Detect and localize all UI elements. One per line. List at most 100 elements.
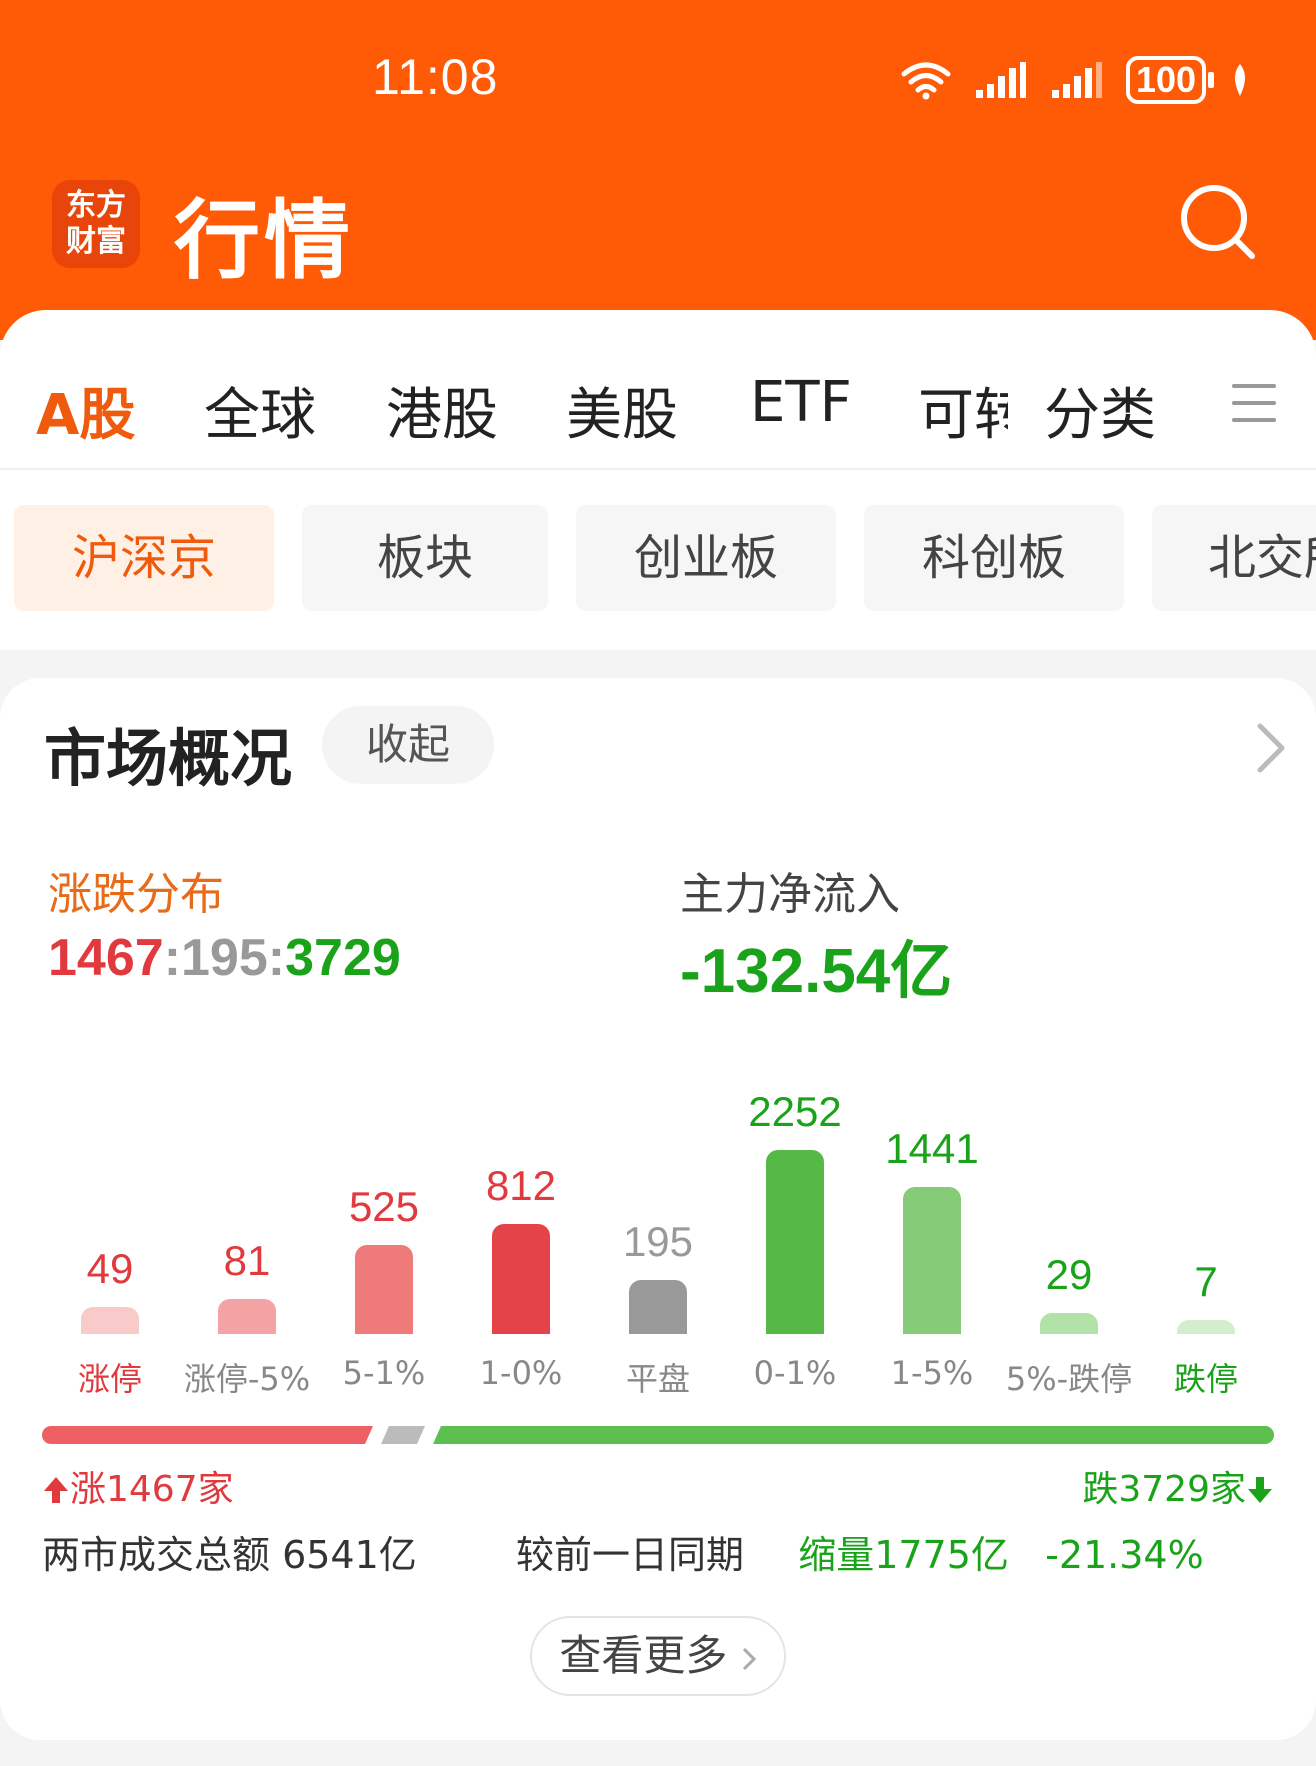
arrow-down-icon — [1248, 1477, 1272, 1503]
battery-icon: 100 — [1126, 56, 1215, 104]
chart-bar — [218, 1299, 276, 1334]
wifi-icon — [901, 62, 951, 100]
distribution-chart: 49 涨停 81 涨停-5% 525 5-1% 812 1-0% 195 平盘 2252 0-1% 14… — [0, 1038, 1316, 1458]
app-logo: 东方 财富 — [52, 180, 140, 268]
chart-value-label: 7 — [1194, 1258, 1218, 1305]
chart-category-label: 涨停-5% — [183, 1360, 311, 1398]
distribution-label: 涨跌分布 — [48, 869, 224, 920]
chart-bar — [1177, 1320, 1235, 1334]
chart-category-label: 涨停 — [77, 1360, 142, 1398]
chart-category-label: 5-1% — [342, 1354, 426, 1392]
arrow-up-icon — [44, 1477, 68, 1503]
chart-category-label: 1-0% — [479, 1354, 563, 1392]
status-time: 11:08 — [372, 49, 499, 105]
up-count: 涨1467家 — [42, 1460, 234, 1512]
distribution-ratio: 1467:195:3729 — [48, 928, 401, 988]
signal-icon — [1052, 62, 1102, 98]
chart-value-label: 195 — [622, 1217, 694, 1265]
net-inflow-value: -132.54亿 — [680, 937, 953, 1006]
chart-value-label: 49 — [86, 1244, 134, 1292]
app-header: 11:08 100 东方 财富 行情 — [0, 0, 1316, 340]
tab-us-stocks[interactable]: 美股 — [566, 370, 678, 451]
search-button[interactable] — [1178, 182, 1258, 262]
chart-category-label: 0-1% — [753, 1354, 837, 1392]
subtab-star-market[interactable]: 科创板 — [864, 505, 1124, 611]
ratio-sep: : — [163, 929, 182, 987]
main-tabs: A股 全球 港股 美股 ETF 可转 分类 — [0, 370, 1316, 531]
tabs-divider — [0, 468, 1316, 470]
chart-bar-group: 7 跌停 — [1136, 1038, 1276, 1458]
compare-change: 缩量1775亿 — [798, 1533, 1009, 1577]
subtab-hu-shen-jing[interactable]: 沪深京 — [14, 505, 274, 611]
compare-previous: 较前一日同期 缩量1775亿 -21.34% — [516, 1524, 1204, 1579]
logo-line2: 财富 — [66, 224, 126, 259]
tab-hk-stocks[interactable]: 港股 — [386, 370, 498, 451]
chart-bar — [766, 1150, 824, 1334]
tab-category[interactable]: 分类 — [1044, 370, 1156, 451]
menu-icon — [1232, 384, 1276, 388]
up-down-ratio-bar — [42, 1426, 1274, 1444]
chart-bar-group: 812 1-0% — [451, 1038, 591, 1458]
ratio-sep: : — [267, 929, 286, 987]
chart-bar-group: 81 涨停-5% — [177, 1038, 317, 1458]
market-tabs-panel: A股 全球 港股 美股 ETF 可转 分类 沪深京 板块 创业板 科创板 北交所 — [0, 310, 1316, 650]
tab-etf[interactable]: ETF — [750, 370, 852, 435]
chart-category-label: 平盘 — [625, 1360, 690, 1398]
ratio-flat: 195 — [181, 929, 268, 987]
tab-convertible[interactable]: 可转 — [918, 370, 1008, 451]
chevron-right-icon — [742, 1647, 756, 1671]
ratio-up: 1467 — [48, 929, 164, 987]
signal-icon — [976, 62, 1026, 98]
turnover-total: 两市成交总额 6541亿 — [42, 1533, 417, 1577]
tab-global[interactable]: 全球 — [204, 370, 316, 451]
net-inflow-label: 主力净流入 — [680, 869, 900, 920]
search-icon — [1181, 185, 1255, 259]
view-more-button[interactable]: 查看更多 — [530, 1616, 786, 1696]
compare-label: 较前一日同期 — [516, 1533, 745, 1577]
leaf-icon — [1235, 64, 1246, 96]
chart-bar — [903, 1186, 961, 1334]
chart-category-label: 5%-跌停 — [1005, 1360, 1133, 1398]
ratio-down: 3729 — [285, 929, 401, 987]
chart-category-label: 跌停 — [1173, 1360, 1238, 1398]
down-count-text: 跌3729家 — [1082, 1469, 1246, 1510]
ratio-segment-flat — [381, 1426, 425, 1444]
chart-bar-group: 2252 0-1% — [725, 1038, 865, 1458]
logo-line1: 东方 — [66, 188, 126, 223]
section-title: 市场概况 — [44, 722, 293, 795]
tab-a-shares[interactable]: A股 — [36, 370, 135, 451]
up-count-text: 涨1467家 — [70, 1469, 234, 1510]
chart-bar-group: 49 涨停 — [40, 1038, 180, 1458]
view-more-label: 查看更多 — [559, 1631, 728, 1680]
chart-value-label: 812 — [485, 1161, 557, 1209]
chart-bar — [1040, 1313, 1098, 1334]
page-title: 行情 — [174, 191, 354, 291]
chart-bar-group: 195 平盘 — [588, 1038, 728, 1458]
ratio-segment-down — [433, 1426, 1274, 1444]
chart-bar-group: 525 5-1% — [314, 1038, 454, 1458]
status-icons: 100 — [900, 52, 1252, 108]
ratio-segment-up — [42, 1426, 373, 1444]
menu-button[interactable] — [1232, 384, 1276, 428]
chart-bar — [81, 1306, 139, 1334]
chart-value-label: 1441 — [885, 1124, 979, 1172]
market-overview-card: 市场概况 收起 涨跌分布 1467:195:3729 主力净流入 -132.54… — [0, 678, 1316, 1740]
down-count: 跌3729家 — [1082, 1460, 1274, 1512]
compare-pct: -21.34% — [1045, 1533, 1204, 1577]
chart-category-label: 1-5% — [890, 1354, 974, 1392]
chart-bar — [492, 1223, 550, 1334]
chart-value-label: 81 — [223, 1237, 271, 1285]
subtab-sectors[interactable]: 板块 — [302, 505, 548, 611]
chart-bar — [629, 1279, 687, 1334]
chart-bar-group: 1441 1-5% — [862, 1038, 1002, 1458]
menu-icon-line — [1232, 418, 1276, 422]
chevron-right-icon[interactable] — [1250, 720, 1290, 776]
collapse-button[interactable]: 收起 — [322, 706, 494, 784]
subtab-bse[interactable]: 北交所 — [1152, 505, 1316, 611]
menu-icon-line — [1232, 401, 1276, 405]
chart-value-label: 525 — [348, 1183, 420, 1231]
chart-value-label: 2252 — [748, 1088, 842, 1135]
chart-value-label: 29 — [1045, 1251, 1093, 1299]
sub-tabs: 沪深京 板块 创业板 科创板 北交所 — [0, 505, 1316, 611]
subtab-chinext[interactable]: 创业板 — [576, 505, 836, 611]
